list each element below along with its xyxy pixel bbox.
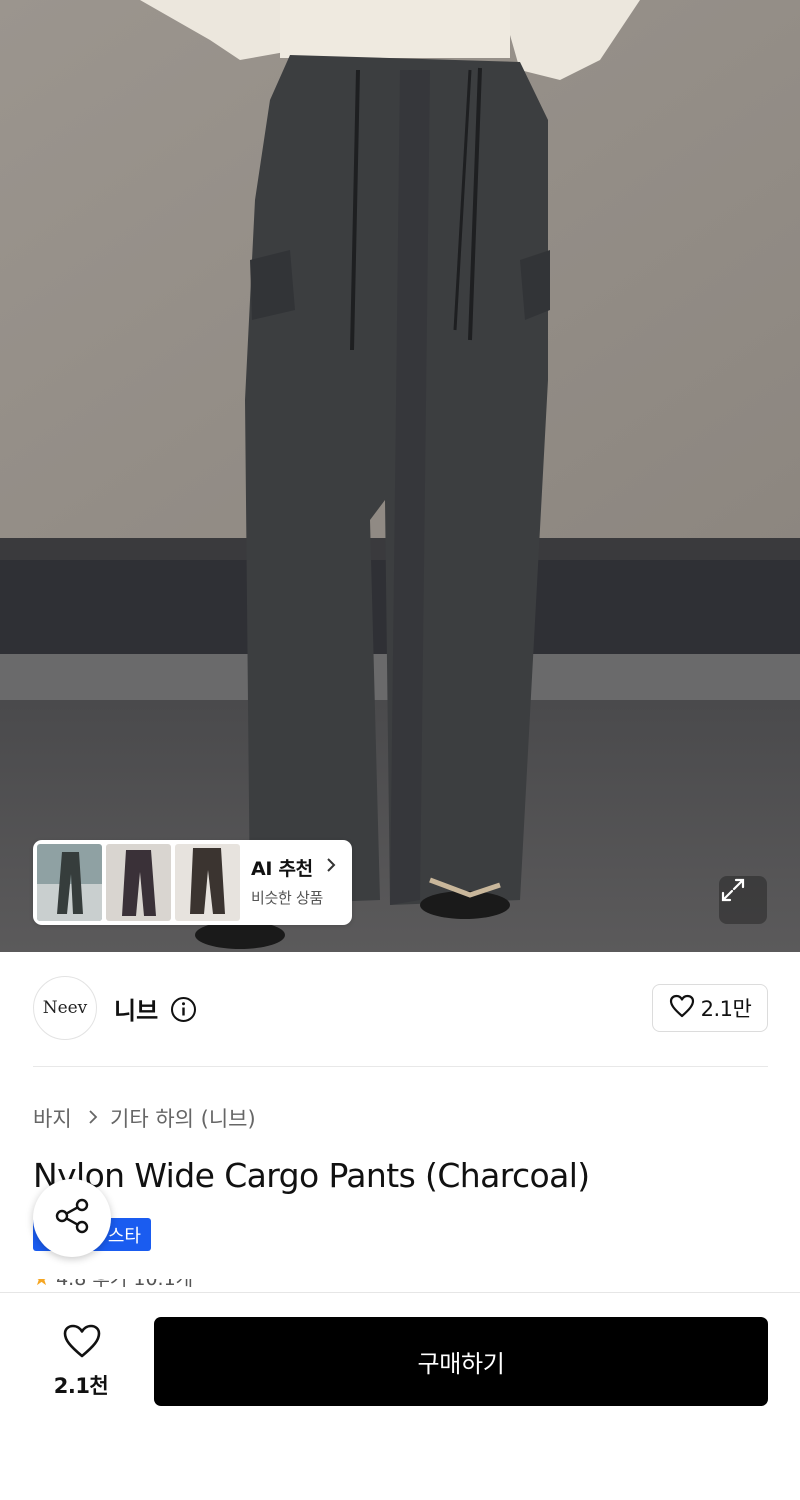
similar-product-thumb[interactable]: [175, 844, 240, 921]
ai-recommend-subtitle: 비슷한 상품: [251, 889, 323, 907]
star-icon: ★: [33, 1279, 51, 1290]
buy-button-label: 구매하기: [417, 1350, 505, 1378]
rating-summary[interactable]: ★ 4.8 후기 10.1개: [33, 1279, 253, 1293]
share-icon: [52, 1196, 92, 1240]
breadcrumb-subcategory[interactable]: 기타 하의 (니브): [110, 1103, 256, 1133]
brand-logo-text: Neev: [42, 998, 88, 1018]
similar-product-thumb[interactable]: [106, 844, 171, 921]
wishlist-count: 2.1천: [53, 1374, 109, 1398]
breadcrumb-category[interactable]: 바지: [33, 1103, 72, 1133]
badge-label: 스타: [107, 1225, 141, 1247]
hero-photo: [0, 0, 800, 952]
brand-logo[interactable]: Neev: [33, 976, 97, 1040]
chevron-right-icon: [88, 1109, 98, 1129]
brand-like-count: 2.1만: [700, 997, 752, 1021]
ai-recommend-card[interactable]: AI 추천 비슷한 상품: [33, 840, 352, 925]
expand-image-button[interactable]: [719, 876, 767, 924]
rating-text: 4.8 후기 10.1개: [56, 1279, 194, 1290]
divider: [33, 1066, 768, 1067]
buy-button[interactable]: 구매하기: [154, 1317, 768, 1406]
ai-recommend-title: AI 추천: [251, 858, 313, 880]
info-icon[interactable]: [170, 996, 197, 1027]
heart-icon: [669, 994, 695, 1022]
share-button[interactable]: [33, 1179, 111, 1257]
product-title: Nylon Wide Cargo Pants (Charcoal): [33, 1156, 590, 1195]
brand-name[interactable]: 니브: [114, 991, 158, 1026]
similar-product-thumb[interactable]: [37, 844, 102, 921]
heart-icon: [62, 1323, 102, 1363]
wishlist-button[interactable]: 2.1천: [40, 1318, 122, 1408]
product-hero-image[interactable]: AI 추천 비슷한 상품: [0, 0, 800, 952]
brand-like-button[interactable]: 2.1만: [652, 984, 768, 1032]
